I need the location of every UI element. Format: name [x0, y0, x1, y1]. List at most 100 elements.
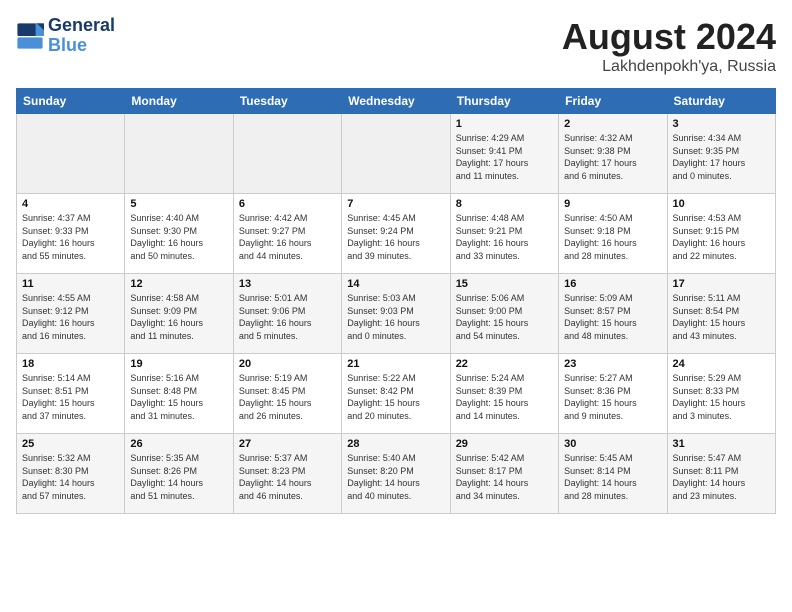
- day-info: Sunrise: 5:32 AM Sunset: 8:30 PM Dayligh…: [22, 452, 119, 502]
- calendar-day-cell: 16Sunrise: 5:09 AM Sunset: 8:57 PM Dayli…: [559, 274, 667, 354]
- calendar-day-cell: 11Sunrise: 4:55 AM Sunset: 9:12 PM Dayli…: [17, 274, 125, 354]
- day-info: Sunrise: 5:37 AM Sunset: 8:23 PM Dayligh…: [239, 452, 336, 502]
- weekday-header-cell: Tuesday: [233, 89, 341, 114]
- weekday-header-cell: Sunday: [17, 89, 125, 114]
- day-number: 13: [239, 278, 336, 290]
- day-info: Sunrise: 4:29 AM Sunset: 9:41 PM Dayligh…: [456, 132, 553, 182]
- day-number: 23: [564, 358, 661, 370]
- calendar-day-cell: 14Sunrise: 5:03 AM Sunset: 9:03 PM Dayli…: [342, 274, 450, 354]
- day-number: 18: [22, 358, 119, 370]
- calendar-day-cell: [233, 114, 341, 194]
- calendar-title: August 2024: [562, 16, 776, 58]
- calendar-day-cell: 4 Sunrise: 4:37 AM Sunset: 9:33 PM Daylig…: [17, 194, 125, 274]
- day-info: Sunrise: 4:32 AM Sunset: 9:38 PM Dayligh…: [564, 132, 661, 182]
- calendar-week-row: 11Sunrise: 4:55 AM Sunset: 9:12 PM Dayli…: [17, 274, 776, 354]
- calendar-day-cell: [342, 114, 450, 194]
- day-number: 22: [456, 358, 553, 370]
- day-info: Sunrise: 4:58 AM Sunset: 9:09 PM Dayligh…: [130, 292, 227, 342]
- calendar-day-cell: 13 Sunrise: 5:01 AM Sunset: 9:06 PM Dayli…: [233, 274, 341, 354]
- day-info: Sunrise: 4:48 AM Sunset: 9:21 PM Dayligh…: [456, 212, 553, 262]
- calendar-day-cell: [125, 114, 233, 194]
- day-info: Sunrise: 5:29 AM Sunset: 8:33 PM Dayligh…: [673, 372, 770, 422]
- calendar-day-cell: 2Sunrise: 4:32 AM Sunset: 9:38 PM Daylig…: [559, 114, 667, 194]
- day-number: 9: [564, 198, 661, 210]
- day-info: Sunrise: 4:42 AM Sunset: 9:27 PM Dayligh…: [239, 212, 336, 262]
- calendar-day-cell: 7 Sunrise: 4:45 AM Sunset: 9:24 PM Daylig…: [342, 194, 450, 274]
- day-info: Sunrise: 5:06 AM Sunset: 9:00 PM Dayligh…: [456, 292, 553, 342]
- calendar-day-cell: 17 Sunrise: 5:11 AM Sunset: 8:54 PM Dayli…: [667, 274, 775, 354]
- day-info: Sunrise: 4:34 AM Sunset: 9:35 PM Dayligh…: [673, 132, 770, 182]
- calendar-day-cell: 8 Sunrise: 4:48 AM Sunset: 9:21 PM Daylig…: [450, 194, 558, 274]
- calendar-day-cell: 18Sunrise: 5:14 AM Sunset: 8:51 PM Dayli…: [17, 354, 125, 434]
- page-header: General Blue August 2024 Lakhdenpokh'ya,…: [16, 16, 776, 76]
- day-number: 15: [456, 278, 553, 290]
- day-info: Sunrise: 5:42 AM Sunset: 8:17 PM Dayligh…: [456, 452, 553, 502]
- calendar-day-cell: 28 Sunrise: 5:40 AM Sunset: 8:20 PM Dayli…: [342, 434, 450, 514]
- day-info: Sunrise: 4:50 AM Sunset: 9:18 PM Dayligh…: [564, 212, 661, 262]
- day-info: Sunrise: 4:40 AM Sunset: 9:30 PM Dayligh…: [130, 212, 227, 262]
- calendar-day-cell: 15 Sunrise: 5:06 AM Sunset: 9:00 PM Dayli…: [450, 274, 558, 354]
- calendar-day-cell: 3 Sunrise: 4:34 AM Sunset: 9:35 PM Daylig…: [667, 114, 775, 194]
- calendar-day-cell: 21 Sunrise: 5:22 AM Sunset: 8:42 PM Dayli…: [342, 354, 450, 434]
- day-number: 28: [347, 438, 444, 450]
- day-number: 25: [22, 438, 119, 450]
- weekday-header-cell: Monday: [125, 89, 233, 114]
- day-number: 26: [130, 438, 227, 450]
- title-block: August 2024 Lakhdenpokh'ya, Russia: [562, 16, 776, 76]
- day-number: 30: [564, 438, 661, 450]
- day-number: 8: [456, 198, 553, 210]
- day-number: 21: [347, 358, 444, 370]
- weekday-header-cell: Saturday: [667, 89, 775, 114]
- calendar-day-cell: 9 Sunrise: 4:50 AM Sunset: 9:18 PM Daylig…: [559, 194, 667, 274]
- calendar-week-row: 18Sunrise: 5:14 AM Sunset: 8:51 PM Dayli…: [17, 354, 776, 434]
- calendar-day-cell: 20 Sunrise: 5:19 AM Sunset: 8:45 PM Dayli…: [233, 354, 341, 434]
- calendar-body: 1 Sunrise: 4:29 AM Sunset: 9:41 PM Daylig…: [17, 114, 776, 514]
- day-number: 6: [239, 198, 336, 210]
- day-info: Sunrise: 5:09 AM Sunset: 8:57 PM Dayligh…: [564, 292, 661, 342]
- day-number: 20: [239, 358, 336, 370]
- day-number: 3: [673, 118, 770, 130]
- calendar-week-row: 1 Sunrise: 4:29 AM Sunset: 9:41 PM Daylig…: [17, 114, 776, 194]
- weekday-header-row: SundayMondayTuesdayWednesdayThursdayFrid…: [17, 89, 776, 114]
- day-info: Sunrise: 4:37 AM Sunset: 9:33 PM Dayligh…: [22, 212, 119, 262]
- day-info: Sunrise: 4:45 AM Sunset: 9:24 PM Dayligh…: [347, 212, 444, 262]
- calendar-day-cell: [17, 114, 125, 194]
- calendar-day-cell: 10 Sunrise: 4:53 AM Sunset: 9:15 PM Dayli…: [667, 194, 775, 274]
- calendar-day-cell: 27 Sunrise: 5:37 AM Sunset: 8:23 PM Dayli…: [233, 434, 341, 514]
- weekday-header-cell: Wednesday: [342, 89, 450, 114]
- weekday-header-cell: Thursday: [450, 89, 558, 114]
- calendar-day-cell: 1 Sunrise: 4:29 AM Sunset: 9:41 PM Daylig…: [450, 114, 558, 194]
- day-number: 4: [22, 198, 119, 210]
- logo-icon: [16, 22, 44, 50]
- day-number: 1: [456, 118, 553, 130]
- day-number: 19: [130, 358, 227, 370]
- day-number: 5: [130, 198, 227, 210]
- calendar-day-cell: 25 Sunrise: 5:32 AM Sunset: 8:30 PM Dayli…: [17, 434, 125, 514]
- calendar-table: SundayMondayTuesdayWednesdayThursdayFrid…: [16, 88, 776, 514]
- day-number: 27: [239, 438, 336, 450]
- day-number: 11: [22, 278, 119, 290]
- calendar-day-cell: 22Sunrise: 5:24 AM Sunset: 8:39 PM Dayli…: [450, 354, 558, 434]
- calendar-day-cell: 24 Sunrise: 5:29 AM Sunset: 8:33 PM Dayli…: [667, 354, 775, 434]
- day-info: Sunrise: 5:40 AM Sunset: 8:20 PM Dayligh…: [347, 452, 444, 502]
- day-number: 24: [673, 358, 770, 370]
- calendar-day-cell: 12Sunrise: 4:58 AM Sunset: 9:09 PM Dayli…: [125, 274, 233, 354]
- day-info: Sunrise: 5:01 AM Sunset: 9:06 PM Dayligh…: [239, 292, 336, 342]
- day-number: 17: [673, 278, 770, 290]
- day-number: 10: [673, 198, 770, 210]
- weekday-header-cell: Friday: [559, 89, 667, 114]
- calendar-day-cell: 19 Sunrise: 5:16 AM Sunset: 8:48 PM Dayli…: [125, 354, 233, 434]
- day-info: Sunrise: 5:47 AM Sunset: 8:11 PM Dayligh…: [673, 452, 770, 502]
- day-info: Sunrise: 5:16 AM Sunset: 8:48 PM Dayligh…: [130, 372, 227, 422]
- calendar-subtitle: Lakhdenpokh'ya, Russia: [562, 58, 776, 76]
- day-info: Sunrise: 5:11 AM Sunset: 8:54 PM Dayligh…: [673, 292, 770, 342]
- day-number: 7: [347, 198, 444, 210]
- calendar-day-cell: 31Sunrise: 5:47 AM Sunset: 8:11 PM Dayli…: [667, 434, 775, 514]
- day-info: Sunrise: 5:22 AM Sunset: 8:42 PM Dayligh…: [347, 372, 444, 422]
- day-info: Sunrise: 4:53 AM Sunset: 9:15 PM Dayligh…: [673, 212, 770, 262]
- day-info: Sunrise: 5:35 AM Sunset: 8:26 PM Dayligh…: [130, 452, 227, 502]
- day-number: 29: [456, 438, 553, 450]
- logo: General Blue: [16, 16, 115, 56]
- day-info: Sunrise: 5:19 AM Sunset: 8:45 PM Dayligh…: [239, 372, 336, 422]
- calendar-week-row: 25 Sunrise: 5:32 AM Sunset: 8:30 PM Dayli…: [17, 434, 776, 514]
